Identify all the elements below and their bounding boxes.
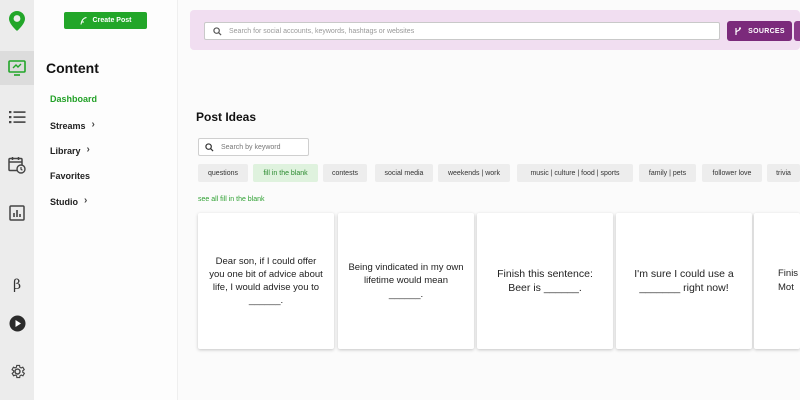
chevron-right-icon: › <box>84 195 88 206</box>
tag-questions[interactable]: questions <box>198 164 248 182</box>
sidebar-title: Content <box>46 60 99 76</box>
sidebar-item-label: Favorites <box>50 171 91 181</box>
card-text: Dear son, if I could offer you one bit o… <box>209 255 323 307</box>
bar-chart-icon[interactable] <box>0 196 34 230</box>
card-text: Finish this sentence: Beer is ______. <box>497 267 593 294</box>
feather-icon <box>80 16 87 25</box>
top-search-bar: Search for social accounts, keywords, ha… <box>190 10 800 50</box>
card-text: Finis Mot <box>778 268 799 293</box>
page-title: Post Ideas <box>196 110 257 124</box>
sidebar-item-dashboard[interactable]: Dashboard <box>50 94 97 104</box>
tag-social-media[interactable]: social media <box>375 164 433 182</box>
search-icon <box>205 142 214 152</box>
sidebar-item-library[interactable]: Library › <box>50 144 90 156</box>
tag-fill-in-the-blank[interactable]: fill in the blank <box>253 164 318 182</box>
keyword-placeholder: Search by keyword <box>221 143 281 151</box>
post-idea-card[interactable]: I'm sure I could use a _______ right now… <box>616 213 752 349</box>
tag-trivia[interactable]: trivia <box>767 164 800 182</box>
social-search-input[interactable]: Search for social accounts, keywords, ha… <box>204 22 720 40</box>
post-idea-card[interactable]: Being vindicated in my own lifetime woul… <box>338 213 474 349</box>
gear-icon[interactable] <box>0 354 34 388</box>
search-placeholder: Search for social accounts, keywords, ha… <box>229 27 415 35</box>
content-sidebar: Create Post Content Dashboard Streams › … <box>34 0 178 400</box>
tag-follower-love[interactable]: follower love <box>702 164 762 182</box>
card-text: I'm sure I could use a _______ right now… <box>634 267 734 294</box>
logo-pin-icon[interactable] <box>0 4 34 38</box>
sidebar-item-streams[interactable]: Streams › <box>50 119 95 131</box>
icon-rail: β <box>0 0 34 400</box>
tag-contests[interactable]: contests <box>323 164 367 182</box>
sidebar-item-label: Studio <box>50 196 78 207</box>
sources-button[interactable]: SOURCES <box>727 21 792 41</box>
tag-family-pets[interactable]: family | pets <box>639 164 696 182</box>
see-all-link[interactable]: see all fill in the blank <box>198 196 265 203</box>
chevron-right-icon: › <box>86 144 90 155</box>
play-icon[interactable] <box>0 306 34 340</box>
sources-dropdown-button[interactable] <box>794 21 800 41</box>
sidebar-item-favorites[interactable]: Favorites <box>50 171 90 181</box>
calendar-clock-icon[interactable] <box>0 148 34 182</box>
chevron-right-icon: › <box>91 119 95 130</box>
tag-music-culture-food-sports[interactable]: music | culture | food | sports <box>517 164 633 182</box>
create-post-button[interactable]: Create Post <box>64 12 147 29</box>
search-icon <box>213 26 222 36</box>
sidebar-item-label: Streams <box>50 120 86 131</box>
create-post-label: Create Post <box>92 17 132 24</box>
sources-label: SOURCES <box>748 27 785 35</box>
card-text: Being vindicated in my own lifetime woul… <box>348 262 464 300</box>
keyword-search-input[interactable]: Search by keyword <box>198 138 309 156</box>
beta-label: β <box>12 277 22 293</box>
branch-icon <box>735 26 742 35</box>
tag-weekends-work[interactable]: weekends | work <box>438 164 510 182</box>
post-idea-card-partial[interactable]: Finis Mot <box>754 213 800 349</box>
list-icon[interactable] <box>0 100 34 134</box>
post-idea-card[interactable]: Finish this sentence: Beer is ______. <box>477 213 613 349</box>
beta-icon[interactable]: β <box>0 268 34 302</box>
sidebar-item-label: Library <box>50 145 81 156</box>
compose-icon[interactable] <box>0 51 34 85</box>
sidebar-item-studio[interactable]: Studio › <box>50 195 88 207</box>
post-idea-card[interactable]: Dear son, if I could offer you one bit o… <box>198 213 334 349</box>
sidebar-item-label: Dashboard <box>50 94 98 104</box>
